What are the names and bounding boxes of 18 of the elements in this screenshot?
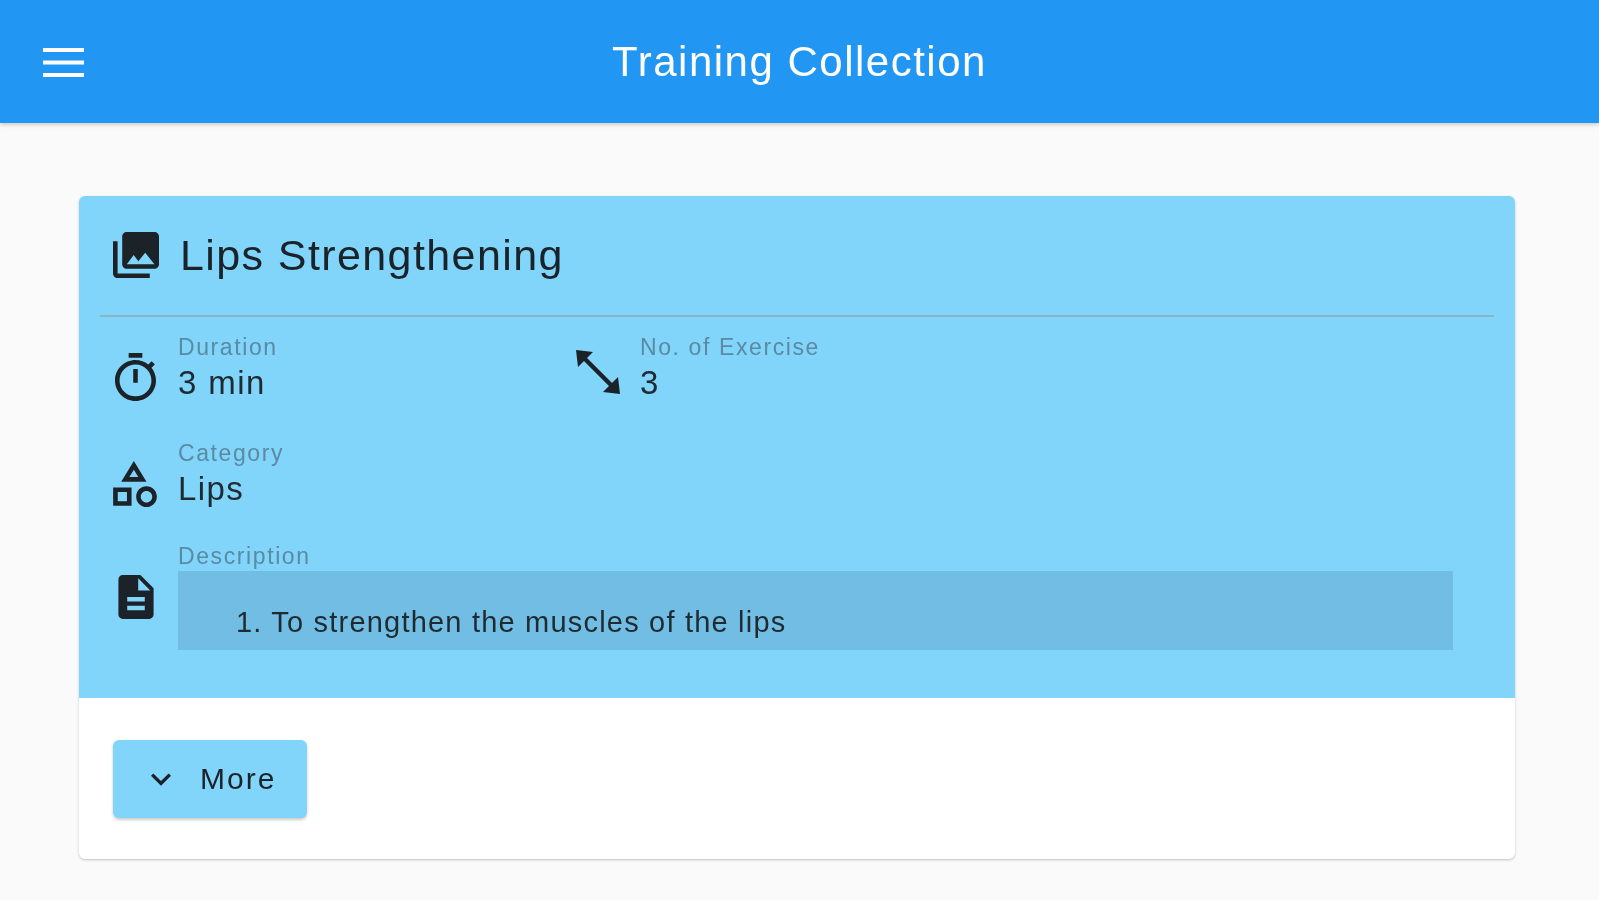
stopwatch-icon — [115, 352, 156, 401]
diagonal-arrow-icon — [576, 349, 620, 394]
field-label: Category — [178, 439, 285, 466]
app-title: Training Collection — [612, 36, 987, 87]
field-value: Lips — [178, 470, 245, 507]
menu-icon[interactable] — [43, 48, 84, 77]
field-value: 3 — [640, 365, 660, 401]
image-stack-icon — [113, 232, 159, 278]
field-value: 3 min — [178, 365, 266, 401]
document-icon — [116, 574, 155, 619]
caret-icon — [151, 772, 171, 786]
description-panel: 1. To strengthen the muscles of the lips — [178, 571, 1453, 650]
field-label: Duration — [178, 334, 278, 360]
shapes-icon — [113, 461, 157, 507]
field-label: No. of Exercise — [640, 334, 820, 360]
more-button[interactable]: More — [113, 740, 308, 818]
card-title: Lips Strengthening — [180, 230, 564, 280]
field-label: Description — [178, 543, 311, 569]
